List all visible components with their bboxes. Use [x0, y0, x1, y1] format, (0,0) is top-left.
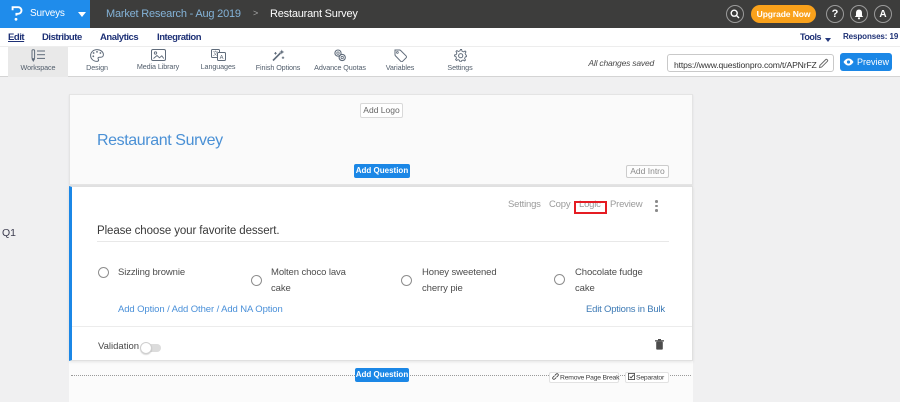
svg-text:A: A	[219, 55, 223, 61]
svg-text:文: 文	[212, 50, 218, 58]
